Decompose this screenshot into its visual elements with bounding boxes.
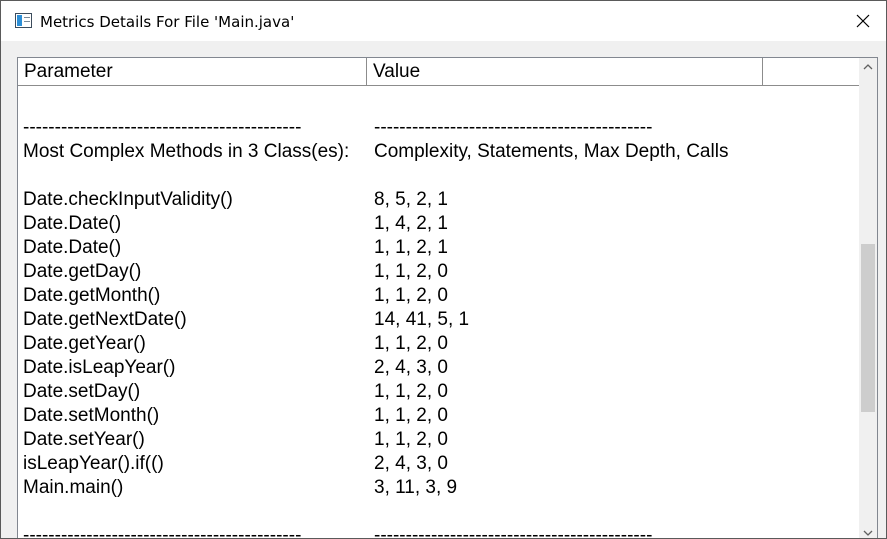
table-row[interactable]: Date.isLeapYear() 2, 4, 3, 0 (18, 356, 860, 380)
table-row[interactable]: isLeapYear().if(() 2, 4, 3, 0 (18, 452, 860, 476)
value-cell: 2, 4, 3, 0 (374, 357, 448, 378)
value-cell: 1, 1, 2, 1 (374, 237, 448, 258)
table-row[interactable] (18, 92, 860, 116)
table-row[interactable]: Date.setMonth() 1, 1, 2, 0 (18, 404, 860, 428)
table-row[interactable]: Date.setDay() 1, 1, 2, 0 (18, 380, 860, 404)
table-row[interactable] (18, 164, 860, 188)
value-cell: 1, 1, 2, 0 (374, 405, 448, 426)
table-row[interactable]: Date.Date() 1, 4, 2, 1 (18, 212, 860, 236)
metrics-rows: ----------------------------------------… (18, 86, 860, 539)
value-cell: 1, 1, 2, 0 (374, 285, 448, 306)
parameter-cell: Date.getNextDate() (23, 309, 187, 330)
vertical-scrollbar[interactable] (859, 58, 877, 538)
window-title: Metrics Details For File 'Main.java' (40, 13, 295, 31)
value-cell: 3, 11, 3, 9 (374, 477, 458, 498)
table-row[interactable]: Date.getMonth() 1, 1, 2, 0 (18, 284, 860, 308)
value-cell: 1, 1, 2, 0 (374, 429, 448, 450)
metrics-details-window: Metrics Details For File 'Main.java' Par… (0, 0, 887, 539)
value-cell: ----------------------------------------… (374, 117, 653, 138)
scroll-up-button[interactable] (859, 58, 877, 76)
chevron-up-icon (863, 64, 873, 70)
value-cell: 1, 1, 2, 0 (374, 261, 448, 282)
table-row[interactable]: ----------------------------------------… (18, 524, 860, 539)
parameter-cell: ----------------------------------------… (23, 525, 302, 539)
chevron-down-icon (863, 530, 873, 536)
column-header-filler (763, 58, 860, 85)
parameter-cell: Date.setMonth() (23, 405, 160, 426)
close-icon (856, 14, 870, 28)
table-row[interactable]: Date.Date() 1, 1, 2, 1 (18, 236, 860, 260)
column-header-value[interactable]: Value (367, 58, 763, 85)
value-cell: 14, 41, 5, 1 (374, 309, 470, 330)
table-row[interactable]: Date.getDay() 1, 1, 2, 0 (18, 260, 860, 284)
parameter-cell: isLeapYear().if(() (23, 453, 164, 474)
table-row[interactable]: Date.getNextDate() 14, 41, 5, 1 (18, 308, 860, 332)
table-row[interactable]: Date.getYear() 1, 1, 2, 0 (18, 332, 860, 356)
value-cell: Complexity, Statements, Max Depth, Calls (374, 141, 729, 162)
parameter-cell: Date.setDay() (23, 381, 141, 402)
table-row[interactable]: Date.setYear() 1, 1, 2, 0 (18, 428, 860, 452)
parameter-cell: Date.Date() (23, 237, 122, 258)
parameter-cell: Date.getMonth() (23, 285, 161, 306)
scroll-thumb[interactable] (861, 244, 875, 412)
metrics-list-view[interactable]: Parameter Value ------------------------… (17, 57, 878, 539)
metrics-window-icon (15, 13, 32, 28)
table-row[interactable]: Main.main() 3, 11, 3, 9 (18, 476, 860, 500)
parameter-cell: Date.Date() (23, 213, 122, 234)
scroll-down-button[interactable] (859, 524, 877, 538)
parameter-cell: Date.checkInputValidity() (23, 189, 233, 210)
table-row[interactable] (18, 500, 860, 524)
table-row[interactable]: Date.checkInputValidity() 8, 5, 2, 1 (18, 188, 860, 212)
value-cell: 1, 1, 2, 0 (374, 333, 448, 354)
table-row[interactable]: Most Complex Methods in 3 Class(es): Comp… (18, 140, 860, 164)
parameter-cell: Date.getDay() (23, 261, 142, 282)
parameter-cell: Date.isLeapYear() (23, 357, 176, 378)
column-header: Parameter Value (18, 58, 860, 86)
title-bar[interactable]: Metrics Details For File 'Main.java' (1, 1, 886, 41)
value-cell: 2, 4, 3, 0 (374, 453, 448, 474)
column-header-parameter[interactable]: Parameter (18, 58, 367, 85)
value-cell: 8, 5, 2, 1 (374, 189, 448, 210)
table-row[interactable]: ----------------------------------------… (18, 116, 860, 140)
parameter-cell: Most Complex Methods in 3 Class(es): (23, 141, 350, 162)
value-cell: 1, 1, 2, 0 (374, 381, 448, 402)
close-button[interactable] (840, 1, 886, 41)
parameter-cell: Date.setYear() (23, 429, 145, 450)
value-cell: ----------------------------------------… (374, 525, 653, 539)
value-cell: 1, 4, 2, 1 (374, 213, 448, 234)
parameter-cell: Date.getYear() (23, 333, 146, 354)
parameter-cell: Main.main() (23, 477, 124, 498)
parameter-cell: ----------------------------------------… (23, 117, 302, 138)
